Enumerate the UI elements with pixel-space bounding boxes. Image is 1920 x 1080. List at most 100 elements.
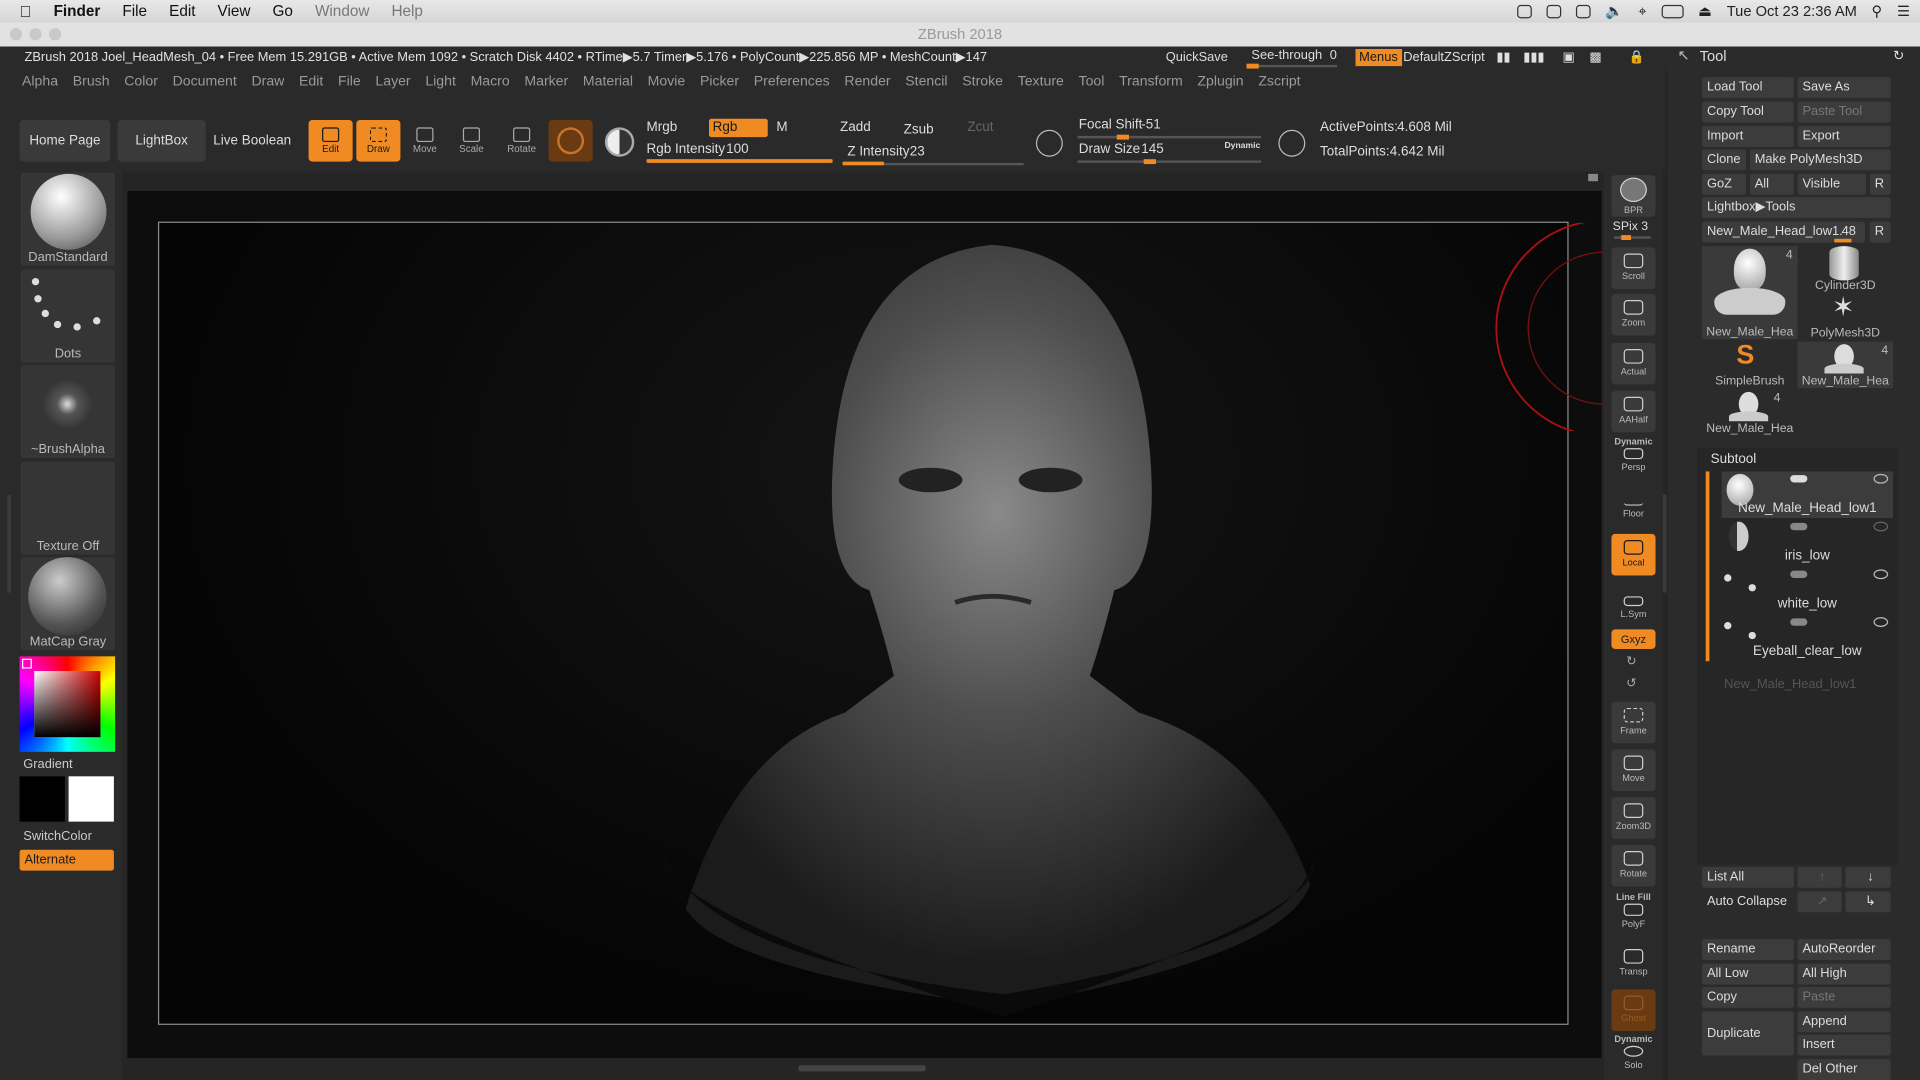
alternate-toggle[interactable]: Alternate <box>19 849 114 871</box>
arrow-down-right-icon[interactable]: ↳ <box>1845 891 1891 913</box>
menu-macro[interactable]: Macro <box>463 75 517 90</box>
make-polymesh-button[interactable]: Make PolyMesh3D <box>1749 149 1891 171</box>
eject-icon[interactable]: ⏏ <box>1698 2 1712 19</box>
see-through-slider[interactable] <box>1246 63 1338 69</box>
tiny-icon[interactable]: ▮▮ <box>1496 47 1510 69</box>
tool-thumb-simplebrush[interactable]: S SimpleBrush <box>1702 339 1798 388</box>
menu-stroke[interactable]: Stroke <box>955 75 1010 90</box>
layout-icon[interactable]: ▩ <box>1589 47 1601 69</box>
menu-zplugin[interactable]: Zplugin <box>1190 75 1251 90</box>
subtool-item[interactable]: Eyeball_clear_low <box>1722 615 1893 662</box>
menu-tool[interactable]: Tool <box>1071 75 1112 90</box>
gradient-toggle[interactable]: Gradient <box>23 757 72 772</box>
lightbox-button[interactable]: LightBox <box>117 120 206 162</box>
battery-icon[interactable] <box>1661 4 1684 18</box>
menu-alpha[interactable]: Alpha <box>15 75 66 90</box>
export-button[interactable]: Export <box>1797 126 1891 147</box>
copy-tool-button[interactable]: Copy Tool <box>1702 101 1794 123</box>
visibility-eye-icon[interactable] <box>1873 569 1889 580</box>
menu-color[interactable]: Color <box>117 75 165 90</box>
alpha-selector[interactable]: ~BrushAlpha <box>20 364 116 458</box>
rename-button[interactable]: Rename <box>1702 939 1794 961</box>
menus-toggle[interactable]: Menus <box>1355 48 1402 67</box>
menu-material[interactable]: Material <box>576 75 641 90</box>
menu-file[interactable]: File <box>331 75 368 90</box>
help-menu[interactable]: Help <box>380 2 434 19</box>
menubar-extra-icon[interactable] <box>1517 4 1532 18</box>
left-tray-handle[interactable] <box>7 494 12 593</box>
menu-marker[interactable]: Marker <box>517 75 576 90</box>
subtool-item[interactable]: New_Male_Head_low1 <box>1721 471 1894 518</box>
texture-selector[interactable]: Texture Off <box>20 461 116 555</box>
close-window-button[interactable] <box>9 28 23 41</box>
menu-edit[interactable]: Edit <box>292 75 331 90</box>
insert-button[interactable]: Insert <box>1797 1034 1891 1056</box>
transp-button[interactable]: Transp <box>1611 943 1655 985</box>
move-up-icon[interactable]: ↑ <box>1797 866 1842 888</box>
dynamic-toggle[interactable]: Dynamic <box>1224 142 1260 151</box>
menu-brush[interactable]: Brush <box>65 75 116 90</box>
bpr-button[interactable]: BPR <box>1611 175 1656 217</box>
tool-palette-title[interactable]: Tool <box>1700 48 1727 65</box>
xyz-button[interactable]: Gxyz <box>1611 629 1656 649</box>
goz-r-button[interactable]: R <box>1869 173 1891 195</box>
quicksave-button[interactable]: QuickSave <box>1166 47 1228 69</box>
current-tool-slider[interactable]: New_Male_Head_low1. 48 <box>1702 221 1865 243</box>
save-as-button[interactable]: Save As <box>1797 77 1891 98</box>
menu-picker[interactable]: Picker <box>693 75 747 90</box>
viewport[interactable] <box>157 221 1569 1025</box>
material-selector[interactable]: MatCap Gray <box>20 557 116 651</box>
aahalf-button[interactable]: AAHalf <box>1611 390 1656 433</box>
move-down-icon[interactable]: ↓ <box>1845 866 1891 888</box>
lsym-button[interactable]: L.Sym <box>1611 590 1655 632</box>
persp-button[interactable]: Dynamic Persp <box>1611 436 1655 478</box>
wide-icon[interactable]: ▮▮▮ <box>1523 47 1544 69</box>
del-other-button[interactable]: Del Other <box>1797 1059 1891 1080</box>
lock-icon[interactable]: 🔒 <box>1629 47 1645 69</box>
menu-preferences[interactable]: Preferences <box>746 75 837 90</box>
edit-mode-button[interactable]: Edit <box>308 120 353 162</box>
volume-icon[interactable]: 🔈 <box>1605 2 1623 19</box>
home-page-button[interactable]: Home Page <box>19 120 111 162</box>
arrow-up-right-icon[interactable]: ↗ <box>1797 891 1842 913</box>
tool-thumb-head-1[interactable]: 4 New_Male_Hea <box>1702 246 1798 340</box>
list-icon[interactable]: ☰ <box>1897 2 1910 19</box>
default-zscript-button[interactable]: DefaultZScript <box>1403 47 1484 69</box>
stroke-selector[interactable]: Dots <box>20 269 116 363</box>
wifi-icon[interactable]: ⌖ <box>1638 2 1646 20</box>
goz-visible-button[interactable]: Visible <box>1797 173 1867 195</box>
window-menu[interactable]: Window <box>304 2 380 19</box>
menu-zscript[interactable]: Zscript <box>1251 75 1308 90</box>
rotate-y-icon[interactable]: ↻ <box>1626 655 1636 668</box>
clone-button[interactable]: Clone <box>1702 149 1747 171</box>
append-button[interactable]: Append <box>1797 1011 1891 1033</box>
menu-transform[interactable]: Transform <box>1112 75 1190 90</box>
move-view-button[interactable]: Move <box>1611 749 1656 792</box>
focal-shift-icon[interactable] <box>1035 129 1063 157</box>
goz-all-button[interactable]: All <box>1749 173 1794 195</box>
zcut-toggle[interactable]: Zcut <box>967 120 993 135</box>
lightbox-tools-button[interactable]: Lightbox▶Tools <box>1702 197 1891 218</box>
tool-thumb-polymesh[interactable]: ✶ PolyMesh3D <box>1798 291 1894 340</box>
local-button[interactable]: Local <box>1611 533 1656 576</box>
creative-cloud-icon[interactable] <box>1576 4 1591 18</box>
visibility-eye-icon[interactable] <box>1873 473 1889 484</box>
tool-thumb-head-2[interactable]: 4 New_Male_Hea <box>1797 341 1894 389</box>
all-high-button[interactable]: All High <box>1797 963 1891 985</box>
tool-r-button[interactable]: R <box>1869 221 1891 243</box>
dropbox-icon[interactable] <box>1546 4 1562 18</box>
view-menu[interactable]: View <box>207 2 262 19</box>
material-swatch-button[interactable] <box>548 120 593 162</box>
draw-size-slider[interactable] <box>1077 160 1262 163</box>
zoom-window-button[interactable] <box>48 28 62 41</box>
switch-color-button[interactable]: SwitchColor <box>23 829 92 844</box>
restore-icon[interactable]: ▣ <box>1562 47 1574 69</box>
menu-movie[interactable]: Movie <box>640 75 692 90</box>
frame-button[interactable]: Frame <box>1611 701 1656 744</box>
paste-tool-button[interactable]: Paste Tool <box>1797 101 1891 123</box>
subtool-item[interactable]: white_low <box>1722 567 1893 614</box>
tool-palette-pin-icon[interactable]: ↖ <box>1678 47 1690 64</box>
menu-light[interactable]: Light <box>418 75 463 90</box>
m-toggle[interactable]: M <box>776 120 787 135</box>
zoom-button[interactable]: Zoom <box>1611 293 1656 336</box>
